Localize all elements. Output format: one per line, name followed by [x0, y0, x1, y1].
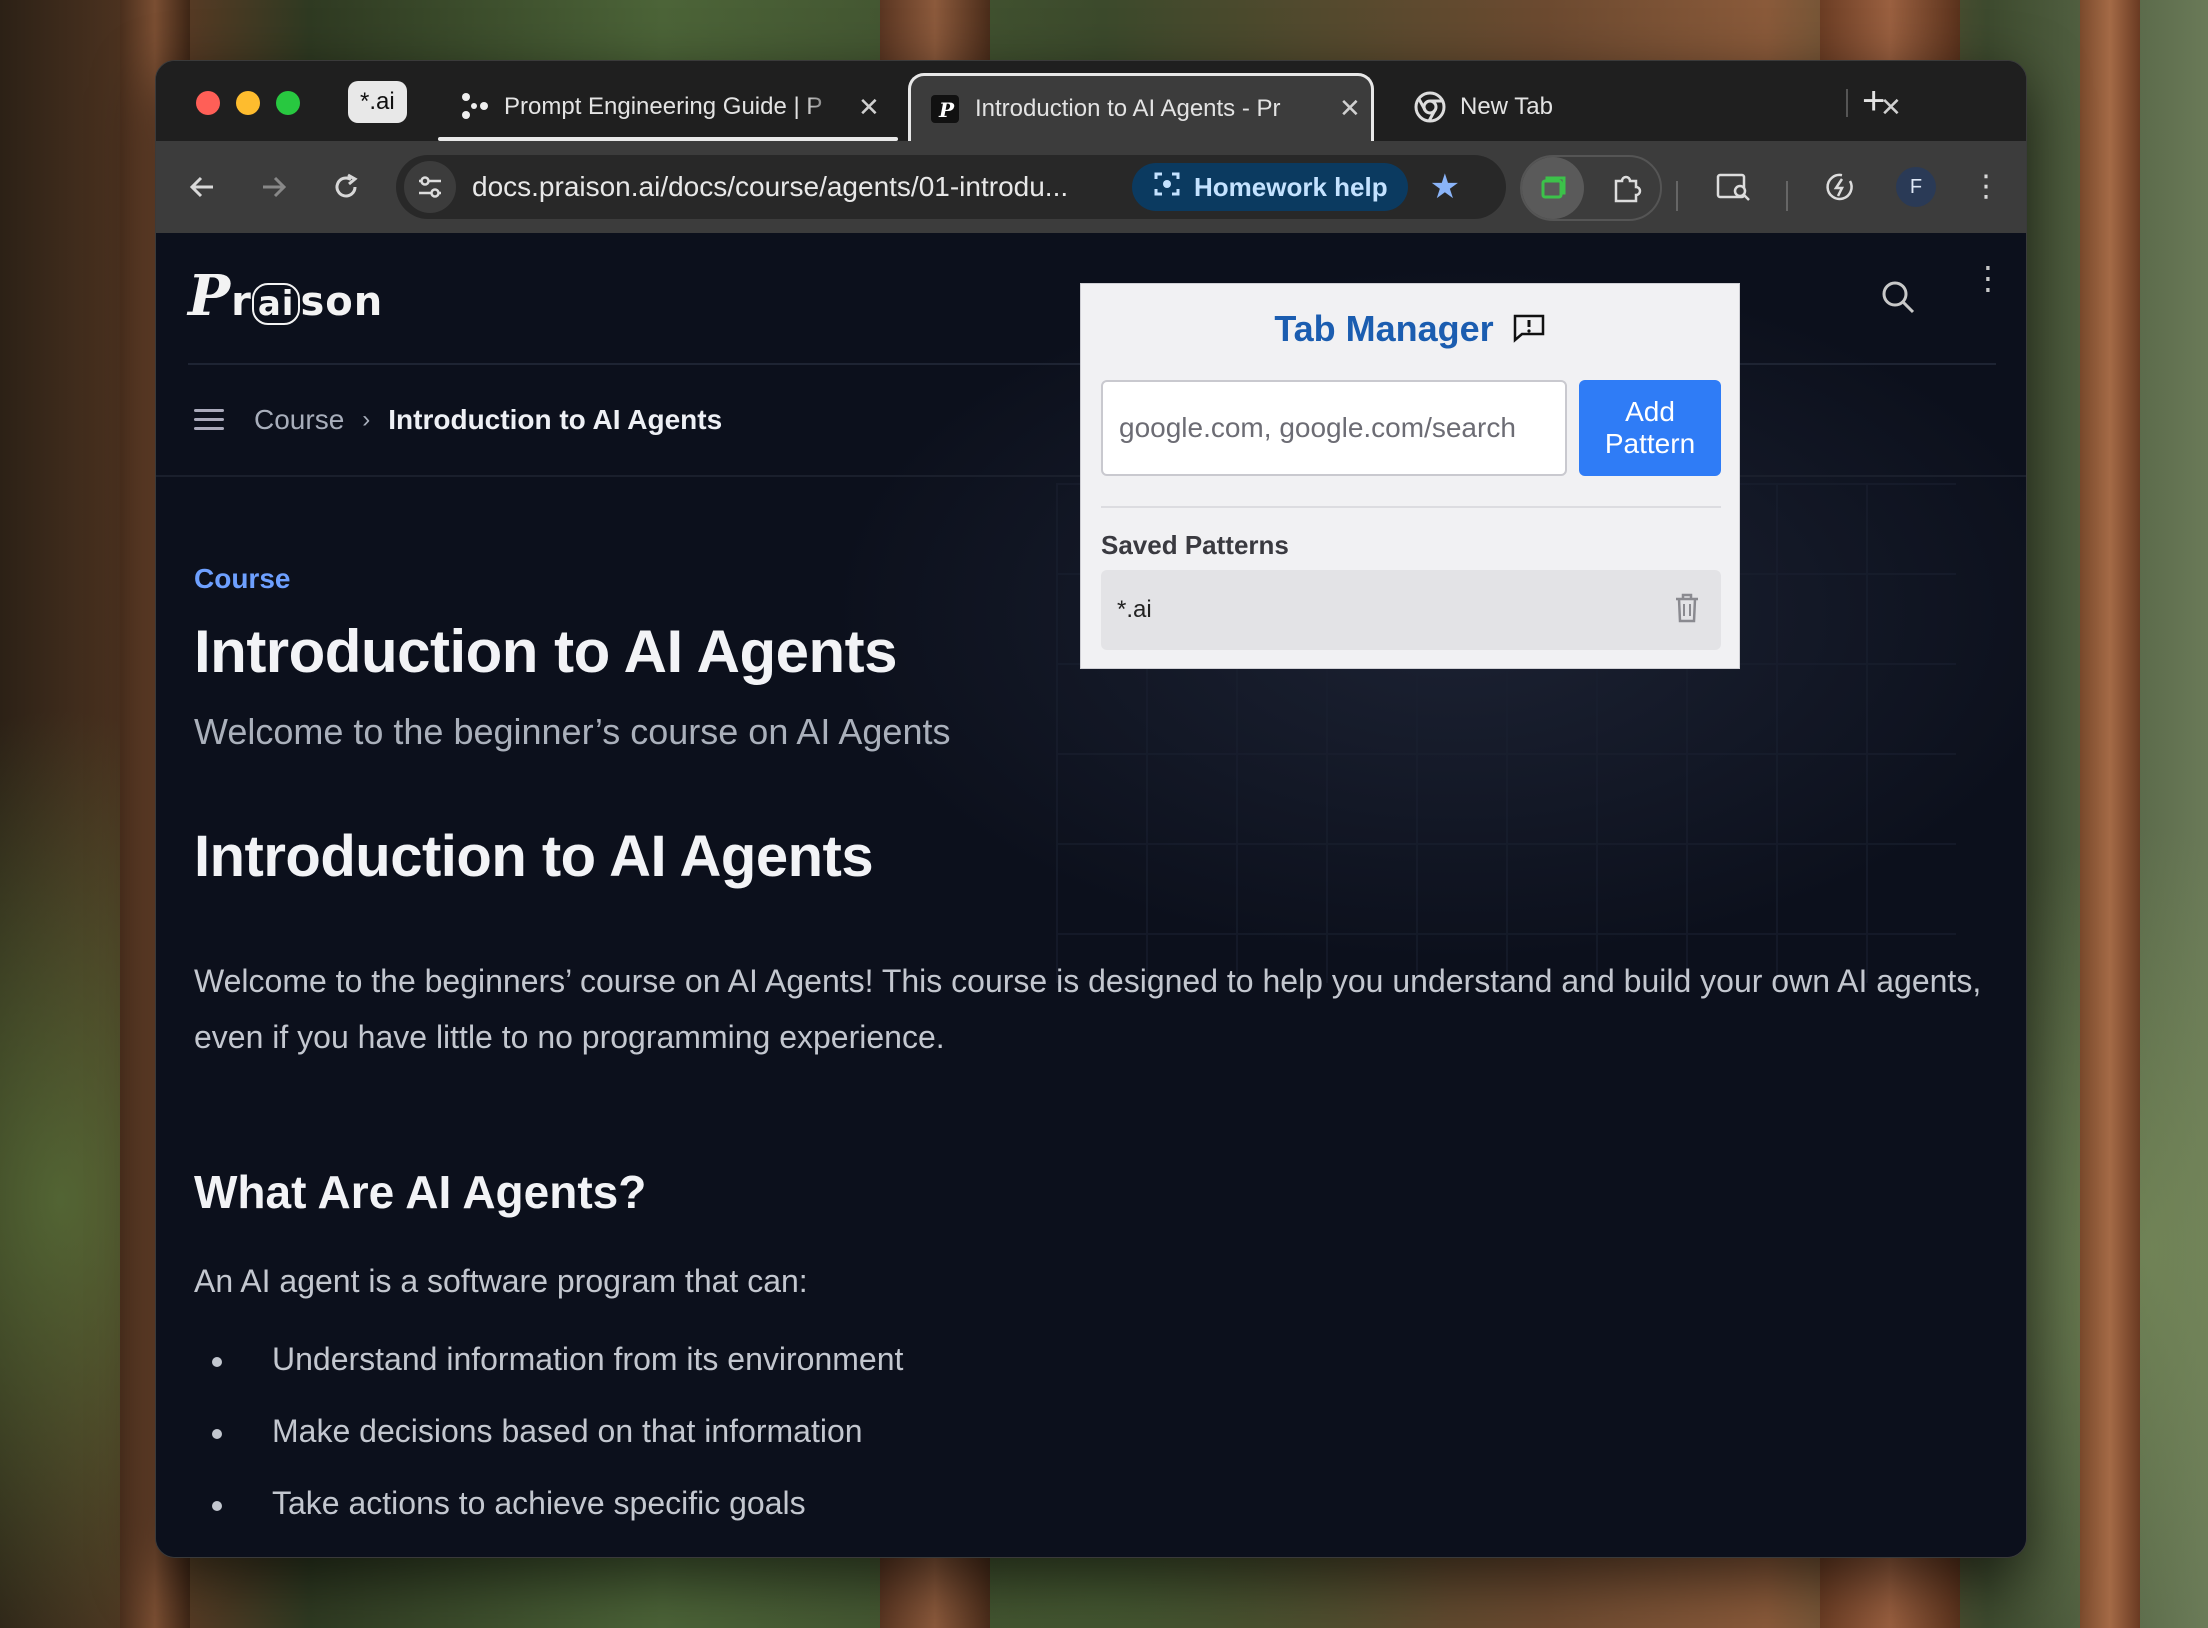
tab-title: New Tab	[1460, 93, 1553, 120]
tab-title: Prompt Engineering Guide | P	[504, 93, 823, 120]
new-tab-button[interactable]: +	[1862, 81, 1885, 121]
maximize-window-button[interactable]	[276, 91, 300, 115]
trash-icon[interactable]	[1673, 592, 1701, 629]
reading-mode-icon[interactable]	[1708, 161, 1760, 213]
list-item: Understand information from its environm…	[194, 1341, 903, 1413]
section-heading: What Are AI Agents?	[194, 1166, 647, 1218]
homework-help-button[interactable]: Homework help	[1132, 163, 1408, 211]
toolbar-separator	[1786, 181, 1788, 211]
minimize-window-button[interactable]	[236, 91, 260, 115]
extensions-group	[1520, 155, 1662, 221]
saved-patterns-heading: Saved Patterns	[1101, 530, 1289, 560]
breadcrumb-course[interactable]: Course	[254, 404, 344, 436]
list-item: Make decisions based on that information	[194, 1413, 903, 1485]
breadcrumb: Course › Introduction to AI Agents	[194, 403, 722, 436]
saved-pattern-row: *.ai	[1101, 570, 1721, 650]
toolbar: docs.praison.ai/docs/course/agents/01-in…	[156, 141, 2026, 233]
close-tab-icon[interactable]: ✕	[858, 92, 880, 123]
bookmark-star-icon[interactable]: ★	[1430, 167, 1460, 207]
section-kicker: Course	[194, 563, 291, 594]
section-paragraph: An AI agent is a software program that c…	[194, 1263, 808, 1299]
search-icon[interactable]	[1880, 279, 1916, 320]
tab-title: Introduction to AI Agents - Pr	[975, 94, 1281, 122]
chevron-right-icon: ›	[362, 405, 371, 433]
tab-prompt-engineering-guide[interactable]: Prompt Engineering Guide | P ✕	[438, 73, 898, 141]
page-subtitle: Welcome to the beginner’s course on AI A…	[194, 711, 951, 752]
intro-paragraph: Welcome to the beginners’ course on AI A…	[194, 963, 1982, 1055]
background-tree	[2080, 0, 2140, 1628]
lens-icon	[1152, 169, 1182, 206]
tab-introduction-to-ai-agents[interactable]: P Introduction to AI Agents - Pr ✕	[908, 73, 1374, 141]
site-settings-icon[interactable]	[404, 161, 456, 213]
pattern-input[interactable]	[1101, 380, 1567, 476]
tab-group-chip[interactable]: *.ai	[348, 81, 407, 123]
praison-p-icon: P	[929, 93, 961, 125]
list-item: Take actions to achieve specific goals	[194, 1485, 903, 1557]
homework-help-label: Homework help	[1194, 171, 1388, 202]
content-heading: Introduction to AI Agents	[194, 824, 874, 889]
profile-avatar[interactable]: F	[1896, 167, 1936, 207]
praison-logo[interactable]: Pr ai son	[188, 263, 383, 329]
page-title: Introduction to AI Agents	[194, 618, 897, 685]
puzzle-icon[interactable]	[1596, 157, 1658, 219]
tab-manager-extension-icon[interactable]	[1522, 157, 1584, 219]
tab-new-tab[interactable]: New Tab ✕	[1394, 73, 1974, 141]
tab-strip: *.ai Prompt Engineering Guide | P ✕ P In…	[156, 61, 2026, 141]
feedback-icon[interactable]	[1512, 310, 1546, 352]
tab-manager-popup: Tab Manager Add Pattern Saved Patterns *…	[1080, 283, 1740, 669]
reload-icon[interactable]	[320, 161, 372, 213]
chrome-icon	[1414, 91, 1446, 123]
toolbar-separator	[1676, 181, 1678, 211]
close-window-button[interactable]	[196, 91, 220, 115]
browser-menu-kebab-icon[interactable]: ⋮	[1960, 161, 2012, 213]
add-pattern-button[interactable]: Add Pattern	[1579, 380, 1721, 476]
back-arrow-icon[interactable]	[176, 161, 228, 213]
page-menu-kebab-icon[interactable]: ⋮	[1972, 262, 2004, 294]
forward-arrow-icon[interactable]	[248, 161, 300, 213]
pattern-text: *.ai	[1117, 596, 1152, 623]
prompt-guide-icon	[458, 91, 490, 123]
popup-title: Tab Manager	[1081, 308, 1739, 352]
address-bar[interactable]: docs.praison.ai/docs/course/agents/01-in…	[396, 155, 1506, 219]
hamburger-menu-icon[interactable]	[194, 403, 224, 436]
bullet-list: Understand information from its environm…	[194, 1341, 903, 1557]
popup-divider	[1101, 506, 1721, 508]
svg-text:P: P	[938, 98, 955, 122]
tab-separator	[1846, 89, 1848, 117]
url-text[interactable]: docs.praison.ai/docs/course/agents/01-in…	[472, 171, 1112, 203]
breadcrumb-current: Introduction to AI Agents	[388, 403, 723, 435]
performance-icon[interactable]	[1814, 161, 1866, 213]
close-tab-icon[interactable]: ✕	[1339, 93, 1361, 124]
browser-window: *.ai Prompt Engineering Guide | P ✕ P In…	[155, 60, 2027, 1558]
